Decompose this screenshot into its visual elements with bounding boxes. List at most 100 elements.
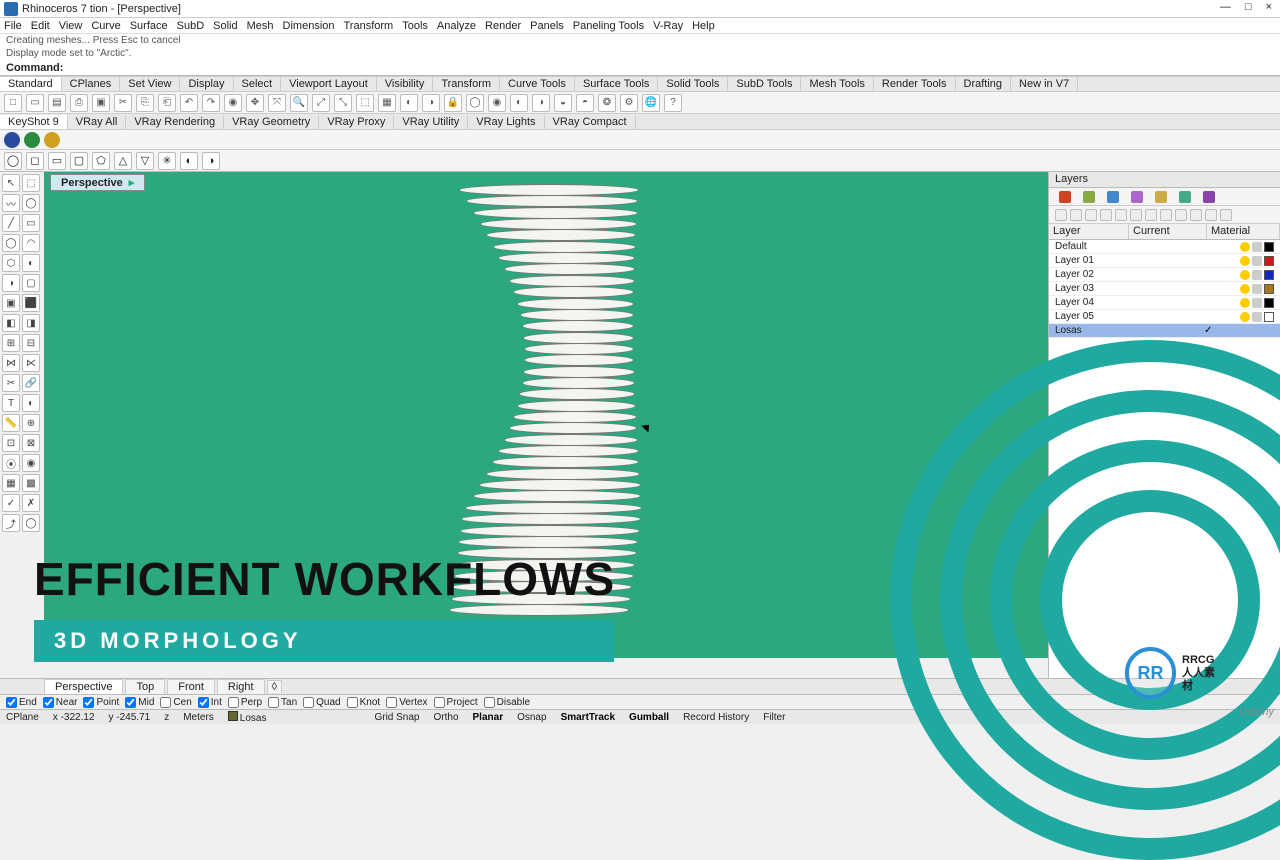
layer-row[interactable]: Layer 02 xyxy=(1049,268,1280,282)
menu-help[interactable]: Help xyxy=(692,20,715,32)
viewport-label[interactable]: Perspective ▸ xyxy=(50,174,145,191)
lock-icon[interactable] xyxy=(1252,256,1262,266)
left-tool-8[interactable]: ⬡ xyxy=(2,254,20,272)
vray-tab-vray-utility[interactable]: VRay Utility xyxy=(394,115,468,129)
std-tool-15[interactable]: ⤡ xyxy=(334,94,352,112)
col-material[interactable]: Material xyxy=(1207,224,1280,239)
tab-viewport-layout[interactable]: Viewport Layout xyxy=(281,77,377,91)
left-tool-3[interactable]: ◯ xyxy=(22,194,40,212)
vray-tab-vray-lights[interactable]: VRay Lights xyxy=(468,115,544,129)
osnap-point[interactable]: Point xyxy=(83,697,119,708)
osnap-checkbox[interactable] xyxy=(6,697,17,708)
layer-panel-cat-2[interactable] xyxy=(1107,191,1119,203)
left-tool-22[interactable]: T xyxy=(2,394,20,412)
tab-visibility[interactable]: Visibility xyxy=(377,77,434,91)
layer-row[interactable]: Layer 01 xyxy=(1049,254,1280,268)
tab-surface-tools[interactable]: Surface Tools xyxy=(575,77,658,91)
tab-new-in-v7[interactable]: New in V7 xyxy=(1011,77,1078,91)
menu-mesh[interactable]: Mesh xyxy=(247,20,274,32)
visibility-icon[interactable] xyxy=(1240,270,1250,280)
layer-row[interactable]: Losas✓ xyxy=(1049,324,1280,338)
layer-panel-cat-1[interactable] xyxy=(1083,191,1095,203)
visibility-icon[interactable] xyxy=(1240,242,1250,252)
color-swatch[interactable] xyxy=(1264,298,1274,308)
left-tool-24[interactable]: 📏 xyxy=(2,414,20,432)
osnap-checkbox[interactable] xyxy=(347,697,358,708)
std-tool-27[interactable]: ❂ xyxy=(598,94,616,112)
osnap-checkbox[interactable] xyxy=(484,697,495,708)
menu-tools[interactable]: Tools xyxy=(402,20,428,32)
menu-analyze[interactable]: Analyze xyxy=(437,20,476,32)
layer-panel-cat-4[interactable] xyxy=(1155,191,1167,203)
tab-curve-tools[interactable]: Curve Tools xyxy=(500,77,575,91)
left-tool-28[interactable]: ⦿ xyxy=(2,454,20,472)
left-tool-14[interactable]: ◧ xyxy=(2,314,20,332)
status-toggle-filter[interactable]: Filter xyxy=(763,712,785,723)
std-tool-17[interactable]: ▦ xyxy=(378,94,396,112)
left-tool-31[interactable]: ▩ xyxy=(22,474,40,492)
menu-subd[interactable]: SubD xyxy=(177,20,205,32)
menu-paneling-tools[interactable]: Paneling Tools xyxy=(573,20,644,32)
menu-render[interactable]: Render xyxy=(485,20,521,32)
lock-icon[interactable] xyxy=(1252,312,1262,322)
layer-panel-tool-9[interactable] xyxy=(1190,209,1202,221)
layer-row[interactable]: Layer 04 xyxy=(1049,296,1280,310)
tab-solid-tools[interactable]: Solid Tools xyxy=(658,77,728,91)
osnap-checkbox[interactable] xyxy=(268,697,279,708)
sub-tool-9[interactable]: ◑ xyxy=(202,152,220,170)
left-tool-18[interactable]: ⋈ xyxy=(2,354,20,372)
osnap-checkbox[interactable] xyxy=(83,697,94,708)
sub-tool-7[interactable]: ✳ xyxy=(158,152,176,170)
std-tool-28[interactable]: ⚙ xyxy=(620,94,638,112)
left-tool-7[interactable]: ◠ xyxy=(22,234,40,252)
std-tool-16[interactable]: ⬚ xyxy=(356,94,374,112)
std-tool-6[interactable]: ⎘ xyxy=(136,94,154,112)
left-tool-26[interactable]: ⊡ xyxy=(2,434,20,452)
osnap-int[interactable]: Int xyxy=(198,697,222,708)
osnap-near[interactable]: Near xyxy=(43,697,78,708)
lock-icon[interactable] xyxy=(1252,284,1262,294)
color-swatch[interactable] xyxy=(1264,284,1274,294)
layer-panel-cat-5[interactable] xyxy=(1179,191,1191,203)
std-tool-4[interactable]: ▣ xyxy=(92,94,110,112)
menu-view[interactable]: View xyxy=(59,20,83,32)
sub-tool-0[interactable]: ◯ xyxy=(4,152,22,170)
sub-tool-4[interactable]: ⬠ xyxy=(92,152,110,170)
std-tool-9[interactable]: ↷ xyxy=(202,94,220,112)
sub-tool-2[interactable]: ▭ xyxy=(48,152,66,170)
tab-select[interactable]: Select xyxy=(234,77,282,91)
layer-panel-cat-3[interactable] xyxy=(1131,191,1143,203)
col-current[interactable]: Current xyxy=(1129,224,1207,239)
osnap-checkbox[interactable] xyxy=(303,697,314,708)
left-tool-13[interactable]: ⬛ xyxy=(22,294,40,312)
std-tool-25[interactable]: ◒ xyxy=(554,94,572,112)
std-tool-21[interactable]: ◯ xyxy=(466,94,484,112)
left-tool-1[interactable]: ⬚ xyxy=(22,174,40,192)
left-tool-34[interactable]: ⤴ xyxy=(2,514,20,532)
tab-drafting[interactable]: Drafting xyxy=(956,77,1012,91)
osnap-mid[interactable]: Mid xyxy=(125,697,154,708)
left-tool-5[interactable]: ▭ xyxy=(22,214,40,232)
std-tool-0[interactable]: □ xyxy=(4,94,22,112)
osnap-knot[interactable]: Knot xyxy=(347,697,381,708)
status-toggle-ortho[interactable]: Ortho xyxy=(434,712,459,723)
sub-tool-6[interactable]: ▽ xyxy=(136,152,154,170)
lock-icon[interactable] xyxy=(1252,298,1262,308)
minimize-button[interactable]: — xyxy=(1216,1,1235,13)
std-tool-30[interactable]: ? xyxy=(664,94,682,112)
menu-v-ray[interactable]: V-Ray xyxy=(653,20,683,32)
tab-subd-tools[interactable]: SubD Tools xyxy=(728,77,801,91)
view-tab-right[interactable]: Right xyxy=(217,679,265,694)
layer-row[interactable]: Default xyxy=(1049,240,1280,254)
vray-tool-1[interactable] xyxy=(24,132,40,148)
color-swatch[interactable] xyxy=(1264,270,1274,280)
layer-panel-tool-7[interactable] xyxy=(1160,209,1172,221)
std-tool-3[interactable]: ⎙ xyxy=(70,94,88,112)
status-toggle-osnap[interactable]: Osnap xyxy=(517,712,546,723)
left-tool-35[interactable]: ◯ xyxy=(22,514,40,532)
visibility-icon[interactable] xyxy=(1240,256,1250,266)
menu-curve[interactable]: Curve xyxy=(91,20,120,32)
left-tool-21[interactable]: 🔗 xyxy=(22,374,40,392)
layer-row[interactable]: Layer 05 xyxy=(1049,310,1280,324)
std-tool-12[interactable]: ⤧ xyxy=(268,94,286,112)
